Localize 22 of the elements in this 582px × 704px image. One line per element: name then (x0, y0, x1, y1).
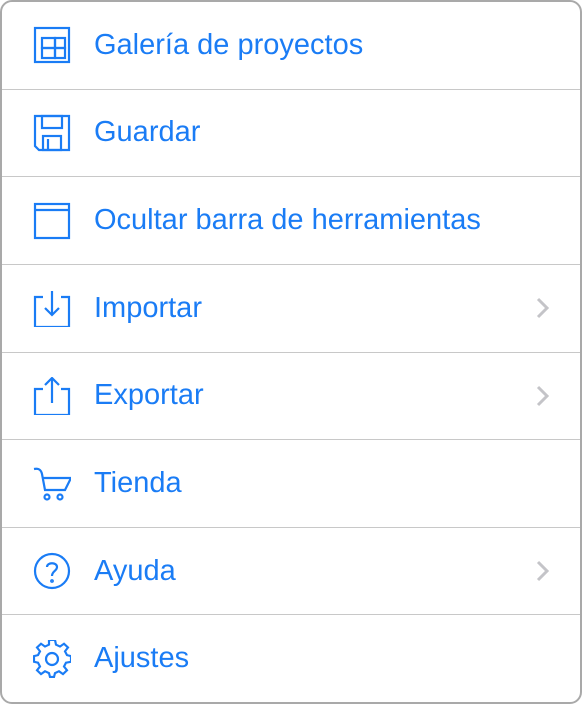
menu-item[interactable]: Exportar (2, 352, 580, 440)
menu-item-label: Guardar (94, 116, 202, 150)
menu-item[interactable]: Galería de proyectos (2, 2, 580, 90)
settings-icon (33, 640, 71, 678)
menu-item-label: Tienda (94, 466, 183, 500)
menu-item[interactable]: Ocultar barra de herramientas (2, 177, 580, 265)
menu-item-label: Galería de proyectos (94, 28, 364, 62)
menu-item-label: Ajustes (94, 642, 190, 676)
import-icon (33, 289, 71, 328)
gallery-icon (33, 26, 71, 64)
menu-item-label: Ayuda (94, 554, 177, 588)
menu-item[interactable]: Ayuda (2, 528, 580, 616)
menu-item-label: Importar (94, 292, 203, 325)
menu-item[interactable]: Importar (2, 264, 580, 352)
menu-item[interactable]: Guardar (2, 90, 580, 178)
menu-item[interactable]: Ajustes (2, 615, 580, 702)
menu-item-label: Ocultar barra de herramientas (94, 204, 482, 238)
window-icon (33, 202, 71, 240)
menu-item-label: Exportar (94, 379, 205, 412)
menu-item[interactable]: Tienda (2, 440, 580, 528)
help-icon (33, 552, 71, 590)
share-icon (33, 376, 71, 415)
